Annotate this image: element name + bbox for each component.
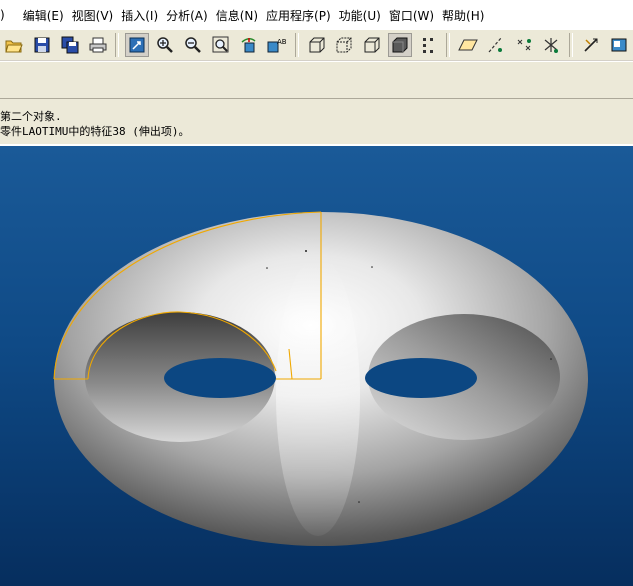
- regenerate-icon[interactable]: [579, 33, 603, 57]
- spin-center-icon[interactable]: [237, 33, 261, 57]
- menu-utilities[interactable]: 功能(U): [339, 7, 389, 24]
- menu-insert[interactable]: 插入(I): [121, 7, 166, 24]
- model-tree-icon[interactable]: [607, 33, 631, 57]
- menu-analysis[interactable]: 分析(A): [166, 7, 216, 24]
- datum-planes-icon[interactable]: [456, 33, 480, 57]
- zoom-out-icon[interactable]: [181, 33, 205, 57]
- model-view[interactable]: [0, 146, 633, 586]
- message-line: 零件LAOTIMU中的特征38 (伸出项)。: [0, 125, 190, 138]
- toolbar-separator: [294, 33, 299, 57]
- print-icon[interactable]: [86, 33, 110, 57]
- toolbar-separator: [569, 33, 574, 57]
- menu-help[interactable]: 帮助(H): [442, 7, 492, 24]
- menu-file-tail[interactable]: ): [0, 8, 13, 22]
- menu-window[interactable]: 窗口(W): [389, 7, 442, 24]
- named-view-icon[interactable]: AB: [265, 33, 289, 57]
- coord-sys-icon[interactable]: [539, 33, 563, 57]
- save-copy-icon[interactable]: [58, 33, 82, 57]
- dashboard-panel: [0, 61, 633, 99]
- save-icon[interactable]: [30, 33, 54, 57]
- right-hole: [365, 358, 477, 398]
- no-hidden-icon[interactable]: [360, 33, 384, 57]
- menu-edit[interactable]: 编辑(E): [23, 7, 72, 24]
- center-highlight: [276, 256, 360, 536]
- toolbar-separator: [115, 33, 120, 57]
- left-hole: [164, 358, 276, 398]
- menu-bar: ) 编辑(E) 视图(V) 插入(I) 分析(A) 信息(N) 应用程序(P) …: [0, 0, 633, 31]
- datum-points-icon[interactable]: [416, 33, 440, 57]
- open-icon[interactable]: [2, 33, 26, 57]
- datum-axes-icon[interactable]: [484, 33, 508, 57]
- menu-info[interactable]: 信息(N): [216, 7, 266, 24]
- menu-applications[interactable]: 应用程序(P): [266, 7, 339, 24]
- message-line: 第二个对象.: [0, 110, 62, 123]
- zoom-in-icon[interactable]: [153, 33, 177, 57]
- toolbar-separator: [445, 33, 450, 57]
- shading-icon[interactable]: [388, 33, 413, 57]
- hidden-line-icon[interactable]: [332, 33, 356, 57]
- zoom-window-icon[interactable]: [209, 33, 233, 57]
- graphics-window[interactable]: [0, 144, 633, 586]
- main-toolbar: AB: [0, 30, 633, 61]
- point-display-icon[interactable]: [512, 33, 536, 57]
- svg-text:AB: AB: [277, 38, 287, 46]
- message-area: 第二个对象. 零件LAOTIMU中的特征38 (伸出项)。: [0, 99, 633, 143]
- wireframe-icon[interactable]: [305, 33, 329, 57]
- refit-icon[interactable]: [125, 33, 150, 57]
- menu-view[interactable]: 视图(V): [72, 7, 122, 24]
